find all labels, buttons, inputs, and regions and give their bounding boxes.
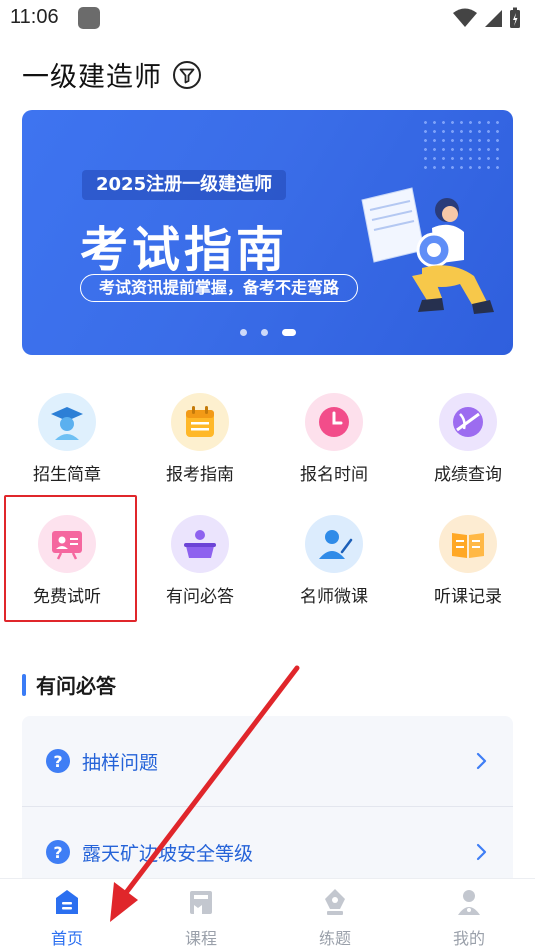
grid-item-teacher-course[interactable]: 名师微课 <box>274 505 394 607</box>
nav-label: 课程 <box>184 929 217 948</box>
nav-profile[interactable]: 我的 <box>402 883 535 949</box>
chevron-right-icon <box>476 752 487 770</box>
user-icon <box>458 890 480 915</box>
banner-pill: 2025注册一级建造师 <box>82 170 287 200</box>
calendar-icon <box>171 393 229 451</box>
question-icon: ? <box>46 749 70 773</box>
grid-item-score-query[interactable]: 成绩查询 <box>408 383 528 485</box>
grid-label: 听课记录 <box>434 587 502 607</box>
grid-item-exam-guide[interactable]: 报考指南 <box>140 383 260 485</box>
book-icon <box>439 515 497 573</box>
battery-icon <box>510 7 520 28</box>
section-title-text: 有问必答 <box>36 674 116 698</box>
question-stand-icon <box>171 515 229 573</box>
nav-label: 首页 <box>50 929 83 948</box>
banner-headline: 考试指南 <box>80 222 289 278</box>
page-title[interactable]: 一级建造师 <box>22 55 162 94</box>
question-icon: ? <box>46 840 70 864</box>
ball-icon <box>439 393 497 451</box>
faq-item[interactable]: ? 抽样问题 <box>22 716 513 806</box>
faq-item-text: 露天矿边坡安全等级 <box>82 842 254 865</box>
grid-label: 有问必答 <box>166 587 234 607</box>
grid-item-admissions[interactable]: 招生简章 <box>7 383 127 485</box>
nav-label: 我的 <box>452 929 485 948</box>
nav-home[interactable]: 首页 <box>0 883 134 949</box>
carousel-dot-active[interactable] <box>281 329 296 336</box>
grid-label: 报名时间 <box>300 465 368 485</box>
notification-app-icon <box>78 7 100 29</box>
status-time: 11:06 <box>10 6 59 28</box>
status-bar: 11:06 <box>0 0 535 38</box>
clock-icon <box>305 393 363 451</box>
grid-item-qa[interactable]: 有问必答 <box>140 505 260 607</box>
teacher-icon <box>305 515 363 573</box>
header: 一级建造师 <box>22 55 202 94</box>
reading-person-illustration <box>361 187 494 314</box>
section-accent-bar <box>22 673 26 696</box>
grid-label: 成绩查询 <box>434 465 502 485</box>
banner-subline: 考试资讯提前掌握，备考不走弯路 <box>80 274 359 302</box>
grid-item-registration-time[interactable]: 报名时间 <box>274 383 394 485</box>
faq-card: ? 抽样问题 ? 露天矿边坡安全等级 <box>22 716 513 886</box>
graduate-icon <box>38 393 96 451</box>
carousel-indicators <box>22 329 513 336</box>
nav-courses[interactable]: 课程 <box>134 883 268 949</box>
carousel-dot[interactable] <box>239 329 247 336</box>
pen-nib-icon <box>325 889 345 915</box>
nav-practice[interactable]: 练题 <box>268 883 402 949</box>
status-indicators <box>453 7 521 29</box>
filter-icon[interactable] <box>172 60 202 90</box>
grid-item-study-record[interactable]: 听课记录 <box>408 505 528 607</box>
home-icon <box>56 890 78 914</box>
carousel-dot[interactable] <box>260 329 268 336</box>
chevron-right-icon <box>476 843 487 861</box>
wifi-icon <box>453 8 477 27</box>
promo-banner[interactable]: 2025注册一级建造师 考试指南 考试资讯提前掌握，备考不走弯路 <box>22 110 513 355</box>
banner-dot-pattern <box>421 118 501 172</box>
grid-label: 招生简章 <box>33 465 101 485</box>
signal-icon <box>485 10 502 27</box>
faq-section-title: 有问必答 <box>22 670 116 699</box>
grid-label: 报考指南 <box>166 465 234 485</box>
course-book-icon <box>190 891 212 914</box>
faq-item-text: 抽样问题 <box>82 751 159 774</box>
nav-label: 练题 <box>318 929 351 948</box>
annotation-highlight-box <box>4 495 137 622</box>
grid-label: 名师微课 <box>300 587 368 607</box>
bottom-nav: 首页 课程 练题 我的 <box>0 878 535 952</box>
